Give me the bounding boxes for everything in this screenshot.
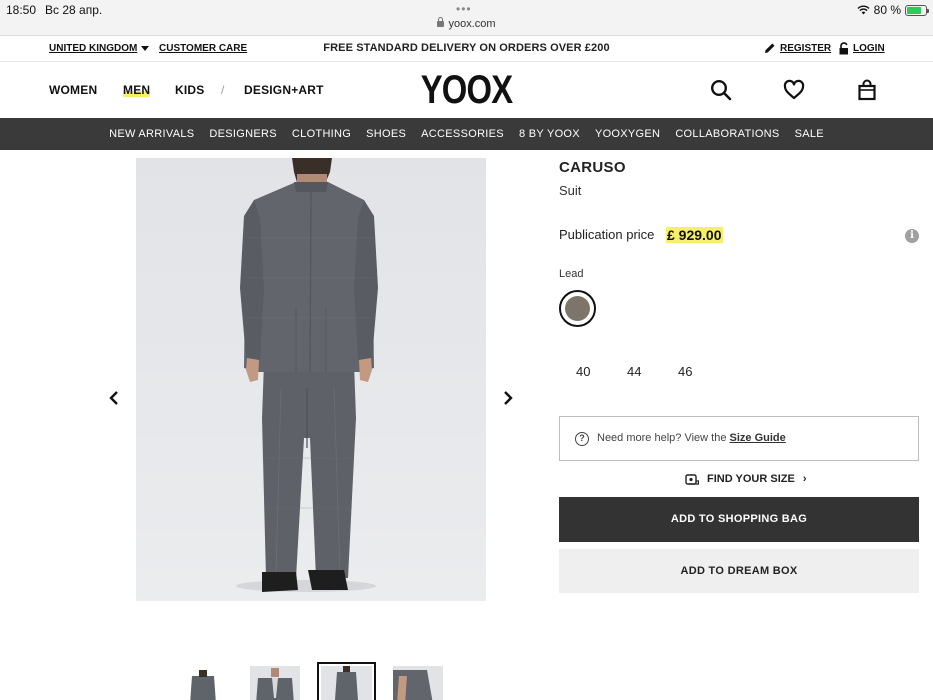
product-price: £ 929.00 — [666, 227, 723, 243]
battery-fill — [907, 6, 922, 14]
size-help-label: Need more help? View the — [597, 432, 727, 444]
size-option-44[interactable]: 44 — [627, 364, 641, 379]
status-bar: 18:50 Вс 28 апр. ••• yoox.com 80 % — [0, 0, 933, 36]
previous-image-chevron-icon[interactable] — [107, 390, 121, 406]
cat-accessories[interactable]: ACCESSORIES — [414, 128, 512, 140]
thumbnail-image — [321, 666, 372, 700]
add-to-shopping-bag-button[interactable]: ADD TO SHOPPING BAG — [559, 497, 919, 542]
measuring-tape-icon — [685, 474, 699, 485]
lock-icon — [839, 42, 848, 55]
thumbnail-2[interactable] — [250, 666, 300, 700]
color-swatch-lead[interactable] — [559, 290, 596, 327]
size-option-40[interactable]: 40 — [576, 364, 590, 379]
wifi-icon — [857, 5, 870, 15]
size-help-box: ? Need more help? View the Size Guide — [559, 416, 919, 461]
size-guide-link[interactable]: Size Guide — [730, 432, 786, 444]
find-your-size-label: FIND YOUR SIZE — [707, 473, 795, 485]
next-image-chevron-icon[interactable] — [501, 390, 515, 406]
thumbnail-1[interactable] — [178, 666, 228, 700]
cat-yooxygen[interactable]: YOOXYGEN — [587, 128, 667, 140]
thumbnail-4[interactable] — [393, 666, 443, 700]
add-to-dream-box-button[interactable]: ADD TO DREAM BOX — [559, 549, 919, 593]
color-name: Lead — [559, 268, 584, 280]
login-link[interactable]: LOGIN — [853, 43, 885, 54]
nav-kids[interactable]: KIDS — [175, 83, 204, 97]
size-option-46[interactable]: 46 — [678, 364, 692, 379]
battery-icon — [905, 4, 929, 16]
utility-bar: UNITED KINGDOM CUSTOMER CARE FREE STANDA… — [0, 36, 933, 62]
nav-design-art[interactable]: DESIGN+ART — [244, 83, 324, 97]
product-type: Suit — [559, 183, 582, 198]
padlock-icon — [437, 17, 445, 27]
main-header: WOMEN MEN KIDS / DESIGN+ART YOOX — [0, 62, 933, 118]
battery-percent: 80 % — [873, 3, 901, 17]
status-date: Вс 28 апр. — [45, 3, 103, 17]
status-right: 80 % — [857, 3, 929, 17]
caret-down-icon[interactable] — [141, 46, 149, 51]
product-brand[interactable]: CARUSO — [559, 159, 626, 176]
register-link[interactable]: REGISTER — [780, 43, 831, 54]
cat-new-arrivals[interactable]: NEW ARRIVALS — [102, 128, 202, 140]
search-icon[interactable] — [710, 79, 732, 101]
nav-separator: / — [221, 83, 225, 97]
pencil-icon — [765, 43, 775, 53]
status-time: 18:50 — [6, 3, 37, 17]
nav-women[interactable]: WOMEN — [49, 83, 97, 97]
country-selector[interactable]: UNITED KINGDOM — [49, 43, 137, 54]
size-help-text: Need more help? View the Size Guide — [597, 432, 786, 444]
category-nav: NEW ARRIVALS DESIGNERS CLOTHING SHOES AC… — [0, 118, 933, 150]
price-label: Publication price — [559, 227, 655, 242]
thumbnail-image — [178, 666, 228, 700]
customer-care-link[interactable]: CUSTOMER CARE — [159, 43, 247, 54]
thumbnail-3-selected[interactable] — [317, 662, 376, 700]
shopping-bag-icon[interactable] — [856, 79, 878, 101]
cat-collaborations[interactable]: COLLABORATIONS — [668, 128, 787, 140]
nav-men[interactable]: MEN — [123, 83, 151, 97]
cat-clothing[interactable]: CLOTHING — [284, 128, 358, 140]
cat-designers[interactable]: DESIGNERS — [202, 128, 285, 140]
question-mark-icon: ? — [575, 432, 589, 446]
price-info-icon[interactable]: i — [905, 229, 919, 243]
address-url: yoox.com — [448, 18, 496, 30]
thumbnail-image — [250, 666, 300, 700]
heart-icon[interactable] — [783, 79, 805, 101]
cat-shoes[interactable]: SHOES — [359, 128, 414, 140]
suit-back-view-image — [136, 158, 486, 601]
thumbnail-image — [393, 666, 443, 700]
find-your-size-link[interactable]: FIND YOUR SIZE › — [685, 473, 806, 485]
browser-menu-dots-icon[interactable]: ••• — [456, 2, 472, 16]
color-swatch-dot — [565, 296, 590, 321]
cat-8-by-yoox[interactable]: 8 BY YOOX — [511, 128, 587, 140]
cat-sale[interactable]: SALE — [787, 128, 831, 140]
address-bar[interactable]: yoox.com — [0, 17, 933, 30]
thumbnail-strip — [0, 662, 933, 700]
product-image[interactable] — [136, 158, 486, 601]
chevron-right-icon: › — [802, 473, 807, 485]
